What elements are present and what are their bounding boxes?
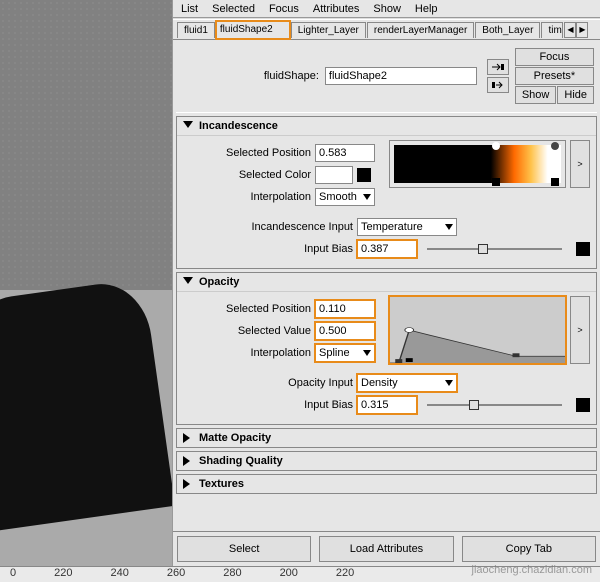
tab-lighter-layer[interactable]: Lighter_Layer xyxy=(291,22,366,38)
node-header: fluidShape: Focus Presets* Show Hide xyxy=(173,40,600,112)
chevron-down-icon xyxy=(363,350,371,356)
show-button[interactable]: Show xyxy=(515,86,557,104)
incandescence-selected-position-input[interactable] xyxy=(315,144,375,162)
section-matte-opacity: Matte Opacity xyxy=(176,428,597,448)
menu-show[interactable]: Show xyxy=(367,1,407,17)
ramp-handle-bottom[interactable] xyxy=(492,178,500,186)
chevron-down-icon xyxy=(445,380,453,386)
bottom-button-bar: Select Load Attributes Copy Tab xyxy=(173,531,600,566)
node-type-label: fluidShape: xyxy=(179,70,319,82)
tab-both-layer[interactable]: Both_Layer xyxy=(475,22,540,38)
ramp-expand-button[interactable]: > xyxy=(570,140,590,188)
map-button-icon[interactable] xyxy=(576,398,590,412)
section-title: Textures xyxy=(199,478,244,490)
menu-focus[interactable]: Focus xyxy=(263,1,305,17)
load-attributes-button[interactable]: Load Attributes xyxy=(319,536,453,562)
label-opinput: Opacity Input xyxy=(183,377,353,389)
hide-button[interactable]: Hide xyxy=(557,86,594,104)
node-name-input[interactable] xyxy=(325,67,477,85)
section-shading-quality: Shading Quality xyxy=(176,451,597,471)
section-incandescence: Incandescence Selected Position Selected… xyxy=(176,116,597,269)
label-inputbias: Input Bias xyxy=(183,399,353,411)
label-selcol: Selected Color xyxy=(183,169,311,181)
copy-tab-button[interactable]: Copy Tab xyxy=(462,536,596,562)
menu-attributes[interactable]: Attributes xyxy=(307,1,365,17)
select-button[interactable]: Select xyxy=(177,536,311,562)
viewport-3d[interactable] xyxy=(0,0,172,566)
node-tabs: fluid1 fluidShape2 Lighter_Layer renderL… xyxy=(173,20,600,40)
label-selpos: Selected Position xyxy=(183,303,311,315)
go-to-output-icon[interactable] xyxy=(487,77,509,93)
disclosure-right-icon xyxy=(183,433,193,443)
label-incinput: Incandescence Input xyxy=(183,221,353,233)
tab-fluid1[interactable]: fluid1 xyxy=(177,22,215,38)
section-header-shading-quality[interactable]: Shading Quality xyxy=(177,452,596,470)
incandescence-color-ramp[interactable] xyxy=(389,140,566,188)
section-title: Matte Opacity xyxy=(199,432,271,444)
menu-help[interactable]: Help xyxy=(409,1,444,17)
section-header-textures[interactable]: Textures xyxy=(177,475,596,493)
label-interp: Interpolation xyxy=(183,191,311,203)
timeline-ruler[interactable]: 0 220 240 260 280 200 220 xyxy=(0,566,600,582)
opacity-selected-position-input[interactable] xyxy=(315,300,375,318)
section-title: Shading Quality xyxy=(199,455,283,467)
opacity-input-bias-input[interactable] xyxy=(357,396,417,414)
incandescence-input-select[interactable]: Temperature xyxy=(357,218,457,236)
fluid-shape-preview xyxy=(0,278,172,532)
go-to-input-icon[interactable] xyxy=(487,59,509,75)
ramp-handle-bottom[interactable] xyxy=(551,178,559,186)
opacity-selected-value-input[interactable] xyxy=(315,322,375,340)
presets-button[interactable]: Presets* xyxy=(515,67,594,85)
incandescence-input-bias-slider[interactable] xyxy=(427,241,562,257)
section-header-opacity[interactable]: Opacity xyxy=(177,273,596,292)
incandescence-input-bias-input[interactable] xyxy=(357,240,417,258)
menu-selected[interactable]: Selected xyxy=(206,1,261,17)
section-title: Opacity xyxy=(199,276,239,288)
tab-renderlayermanager[interactable]: renderLayerManager xyxy=(367,22,474,38)
section-textures: Textures xyxy=(176,474,597,494)
tab-scroll-left-icon[interactable]: ◀ xyxy=(564,22,576,38)
tab-fluidshape2[interactable]: fluidShape2 xyxy=(216,21,290,39)
section-header-incandescence[interactable]: Incandescence xyxy=(177,117,596,136)
attribute-editor: List Selected Focus Attributes Show Help… xyxy=(0,0,600,582)
label-inputbias: Input Bias xyxy=(183,243,353,255)
incandescence-color-swatch[interactable] xyxy=(315,166,353,184)
chevron-down-icon xyxy=(445,224,453,230)
tab-scroll-right-icon[interactable]: ▶ xyxy=(576,22,588,38)
disclosure-down-icon xyxy=(183,121,193,131)
menubar: List Selected Focus Attributes Show Help xyxy=(173,0,600,18)
disclosure-right-icon xyxy=(183,479,193,489)
opacity-input-select[interactable]: Density xyxy=(357,374,457,392)
label-selpos: Selected Position xyxy=(183,147,311,159)
ramp-handle-top[interactable] xyxy=(492,142,500,150)
incandescence-interpolation-select[interactable]: Smooth xyxy=(315,188,375,206)
ramp-handle-top[interactable] xyxy=(551,142,559,150)
ramp-expand-button[interactable]: > xyxy=(570,296,590,364)
disclosure-right-icon xyxy=(183,456,193,466)
map-button-icon[interactable] xyxy=(357,168,371,182)
opacity-input-bias-slider[interactable] xyxy=(427,397,562,413)
tab-time[interactable]: time xyxy=(541,22,563,38)
attribute-scroll[interactable]: Incandescence Selected Position Selected… xyxy=(176,112,597,531)
section-opacity: Opacity Selected Position Selected Value xyxy=(176,272,597,425)
section-title: Incandescence xyxy=(199,120,278,132)
map-button-icon[interactable] xyxy=(576,242,590,256)
chevron-down-icon xyxy=(363,194,371,200)
label-selval: Selected Value xyxy=(183,325,311,337)
focus-button[interactable]: Focus xyxy=(515,48,594,66)
label-interp: Interpolation xyxy=(183,347,311,359)
section-header-matte-opacity[interactable]: Matte Opacity xyxy=(177,429,596,447)
disclosure-down-icon xyxy=(183,277,193,287)
opacity-curve-graph[interactable] xyxy=(389,296,566,364)
opacity-interpolation-select[interactable]: Spline xyxy=(315,344,375,362)
menu-list[interactable]: List xyxy=(175,1,204,17)
attribute-panel: List Selected Focus Attributes Show Help… xyxy=(172,0,600,566)
